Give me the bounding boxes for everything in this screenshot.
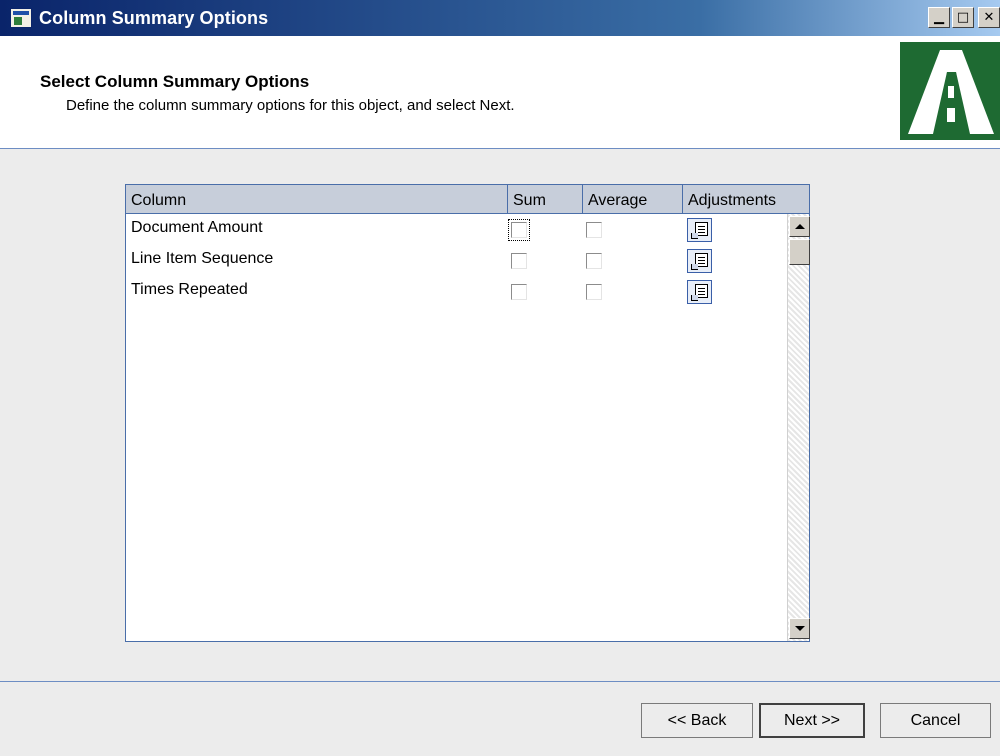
average-checkbox[interactable] <box>586 284 602 300</box>
scroll-thumb[interactable] <box>789 239 810 265</box>
table-row: Times Repeated <box>126 276 786 307</box>
close-button[interactable]: ✕ <box>978 7 1000 28</box>
column-header-column[interactable]: Column <box>126 185 508 213</box>
column-header-adjustments[interactable]: Adjustments <box>683 185 809 213</box>
average-checkbox[interactable] <box>586 253 602 269</box>
vertical-scrollbar[interactable] <box>787 214 810 641</box>
app-icon <box>10 8 32 28</box>
row-column-name: Times Repeated <box>131 281 248 298</box>
row-column-name: Document Amount <box>131 219 263 236</box>
next-button[interactable]: Next >> <box>759 703 865 738</box>
window-controls: ▁ □ ✕ <box>928 7 1000 28</box>
adjustments-button[interactable] <box>687 218 712 242</box>
page-subtitle: Define the column summary options for th… <box>66 97 515 114</box>
cancel-button[interactable]: Cancel <box>880 703 991 738</box>
maximize-button[interactable]: □ <box>952 7 974 28</box>
sum-checkbox[interactable] <box>511 253 527 269</box>
sum-checkbox[interactable] <box>511 284 527 300</box>
page-title: Select Column Summary Options <box>40 72 310 91</box>
maximize-icon: □ <box>956 10 970 25</box>
road-logo <box>900 42 1000 140</box>
scroll-up-button[interactable] <box>789 216 810 237</box>
minimize-icon: ▁ <box>934 10 944 25</box>
back-button[interactable]: << Back <box>641 703 753 738</box>
header-panel: Select Column Summary Options Define the… <box>0 36 1000 149</box>
table-row: Line Item Sequence <box>126 245 786 276</box>
average-checkbox[interactable] <box>586 222 602 238</box>
adjustments-button[interactable] <box>687 280 712 304</box>
footer-divider <box>0 681 1000 682</box>
column-header-average[interactable]: Average <box>583 185 683 213</box>
scroll-down-button[interactable] <box>789 618 810 639</box>
grid-header: Column Sum Average Adjustments <box>126 185 809 214</box>
title-bar[interactable]: Column Summary Options ▁ □ ✕ <box>0 0 1000 36</box>
column-header-sum[interactable]: Sum <box>508 185 583 213</box>
minimize-button[interactable]: ▁ <box>928 7 950 28</box>
column-summary-grid: Column Sum Average Adjustments Document … <box>125 184 810 642</box>
close-icon: ✕ <box>983 10 995 25</box>
sum-checkbox[interactable] <box>508 219 530 241</box>
window-title: Column Summary Options <box>39 7 269 28</box>
row-column-name: Line Item Sequence <box>131 250 274 267</box>
table-row: Document Amount <box>126 214 786 245</box>
adjustments-button[interactable] <box>687 249 712 273</box>
